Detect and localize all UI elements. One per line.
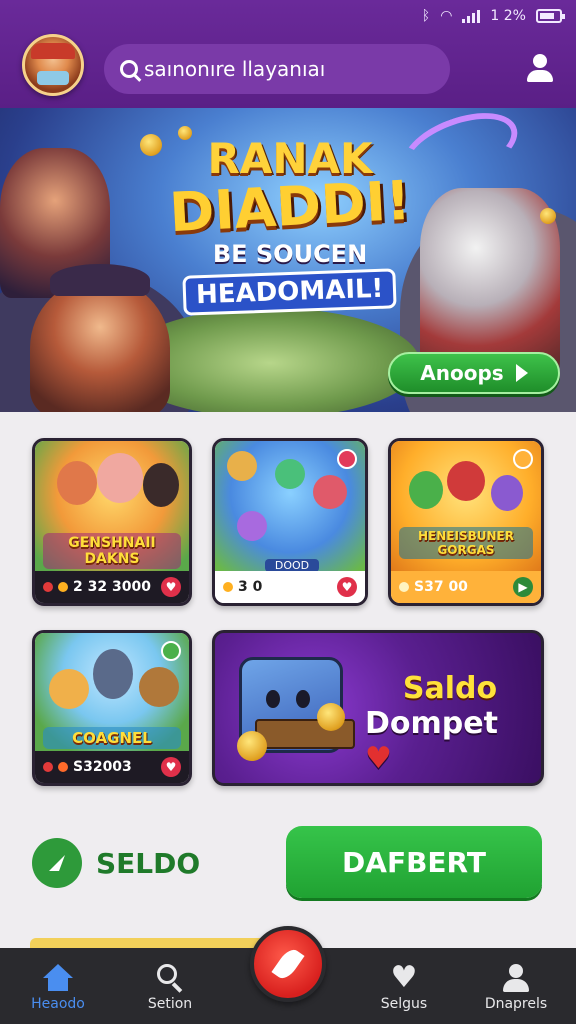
play-icon[interactable]: ▶ <box>513 577 533 597</box>
game-card[interactable]: DOOD 3 0 ♥ <box>212 438 368 606</box>
game-card[interactable]: GENSHNAII DAKNS 2 32 3000 ♥ <box>32 438 192 606</box>
coin-icon <box>58 582 68 592</box>
badge-icon <box>161 641 181 661</box>
wallet-title: Saldo <box>402 671 498 706</box>
search-input[interactable] <box>144 57 434 81</box>
wallet-balance-card[interactable]: Saldo Dompet ♥ <box>212 630 544 786</box>
dot-icon <box>43 762 53 772</box>
game-card-art: HENEISBUNER GORGAS <box>391 441 541 571</box>
character <box>447 461 485 501</box>
status-bar: ᛒ ◠ 1 2% <box>421 6 565 26</box>
coin-icon <box>317 703 345 731</box>
coin-icon <box>237 731 267 761</box>
heart-icon: ♥ <box>390 960 418 995</box>
hero-banner[interactable]: RANAK DIADDI! BE SOUCEN HEADOMAIL! Anoop… <box>0 108 576 412</box>
wifi-icon: ◠ <box>440 8 453 24</box>
heart-icon[interactable]: ♥ <box>337 577 357 597</box>
wallet-subtitle: Dompet ♥ <box>365 706 498 776</box>
badge-icon <box>337 449 357 469</box>
heart-icon[interactable]: ♥ <box>161 577 181 597</box>
character <box>237 511 267 541</box>
battery-icon <box>536 9 565 23</box>
hero-subtitle: BE SOUCEN <box>212 240 368 268</box>
avatar-mask <box>37 71 69 85</box>
game-card-art: DOOD <box>215 441 365 572</box>
game-card[interactable]: HENEISBUNER GORGAS S37 00 ▶ <box>388 438 544 606</box>
saldo-indicator[interactable]: SELDO <box>32 838 200 888</box>
game-card-footer: S32003 ♥ <box>35 751 189 783</box>
character <box>313 475 347 509</box>
nav-home[interactable]: Heaodo <box>8 962 108 1012</box>
character <box>409 471 443 509</box>
hero-title-line2: DIADDI! <box>167 168 412 245</box>
arrow-right-icon <box>515 364 528 382</box>
center-action-button[interactable] <box>250 926 326 1002</box>
hero-cta-button[interactable]: Anoops <box>388 352 560 394</box>
battery-text: 1 2% <box>490 8 526 24</box>
deposit-button[interactable]: DAFBERT <box>286 826 542 898</box>
character <box>49 669 89 709</box>
bluetooth-icon: ᛒ <box>421 8 431 24</box>
nav-profile[interactable]: Dnaprels <box>466 962 566 1012</box>
nav-profile-label: Dnaprels <box>484 996 548 1012</box>
search-icon <box>120 60 138 78</box>
app-header: ᛒ ◠ 1 2% <box>0 0 576 108</box>
saldo-label: SELDO <box>96 846 201 880</box>
hero-character-hat <box>50 264 150 296</box>
person-icon <box>499 962 533 996</box>
coin-icon <box>223 582 233 592</box>
character <box>97 453 143 503</box>
game-card[interactable]: COAGNEL S32003 ♥ <box>32 630 192 786</box>
hero-tagline: HEADOMAIL! <box>182 268 398 316</box>
hero-cta-label: Anoops <box>420 361 504 385</box>
avatar-hat <box>31 43 75 59</box>
nav-search[interactable]: Setion <box>120 962 220 1012</box>
nav-likes[interactable]: ♥ Selgus <box>354 960 454 1013</box>
game-card-art: COAGNEL <box>35 633 189 751</box>
heart-icon[interactable]: ♥ <box>161 757 181 777</box>
signal-icon <box>462 9 481 23</box>
avatar[interactable] <box>22 34 84 96</box>
character <box>139 667 179 707</box>
character <box>143 463 179 507</box>
character <box>491 475 523 511</box>
search-bar[interactable] <box>104 44 450 94</box>
game-card-footer: 2 32 3000 ♥ <box>35 571 189 603</box>
character <box>57 461 97 505</box>
game-card-price: 3 0 <box>238 579 263 595</box>
profile-icon[interactable] <box>522 52 558 86</box>
hero-title: RANAK DIADDI! BE SOUCEN HEADOMAIL! <box>150 138 430 316</box>
badge-icon <box>513 449 533 469</box>
nav-search-label: Setion <box>147 996 193 1012</box>
coin-icon <box>58 762 68 772</box>
game-card-art: GENSHNAII DAKNS <box>35 441 189 571</box>
coin-icon <box>540 208 556 224</box>
game-card-title: COAGNEL <box>43 727 181 749</box>
game-card-footer: 3 0 ♥ <box>215 571 365 603</box>
game-card-title: GENSHNAII DAKNS <box>43 533 181 569</box>
saldo-icon <box>32 838 82 888</box>
leaf-icon <box>271 945 305 983</box>
game-card-footer: S37 00 ▶ <box>391 571 541 603</box>
character <box>227 451 257 481</box>
nav-home-label: Heaodo <box>31 996 85 1012</box>
heart-icon: ♥ <box>365 741 392 776</box>
game-card-title: HENEISBUNER GORGAS <box>399 527 533 559</box>
character <box>275 459 305 489</box>
game-card-price: S32003 <box>73 759 132 775</box>
search-icon <box>153 962 187 996</box>
wallet-text: Saldo Dompet ♥ <box>365 671 535 776</box>
dot-icon <box>43 582 53 592</box>
character <box>93 649 133 699</box>
nav-likes-label: Selgus <box>380 996 428 1012</box>
coin-icon <box>399 582 409 592</box>
game-card-price: S37 00 <box>414 579 468 595</box>
game-card-price: 2 32 3000 <box>73 579 151 595</box>
home-icon <box>41 962 75 996</box>
hero-character-cowboy <box>30 278 170 412</box>
